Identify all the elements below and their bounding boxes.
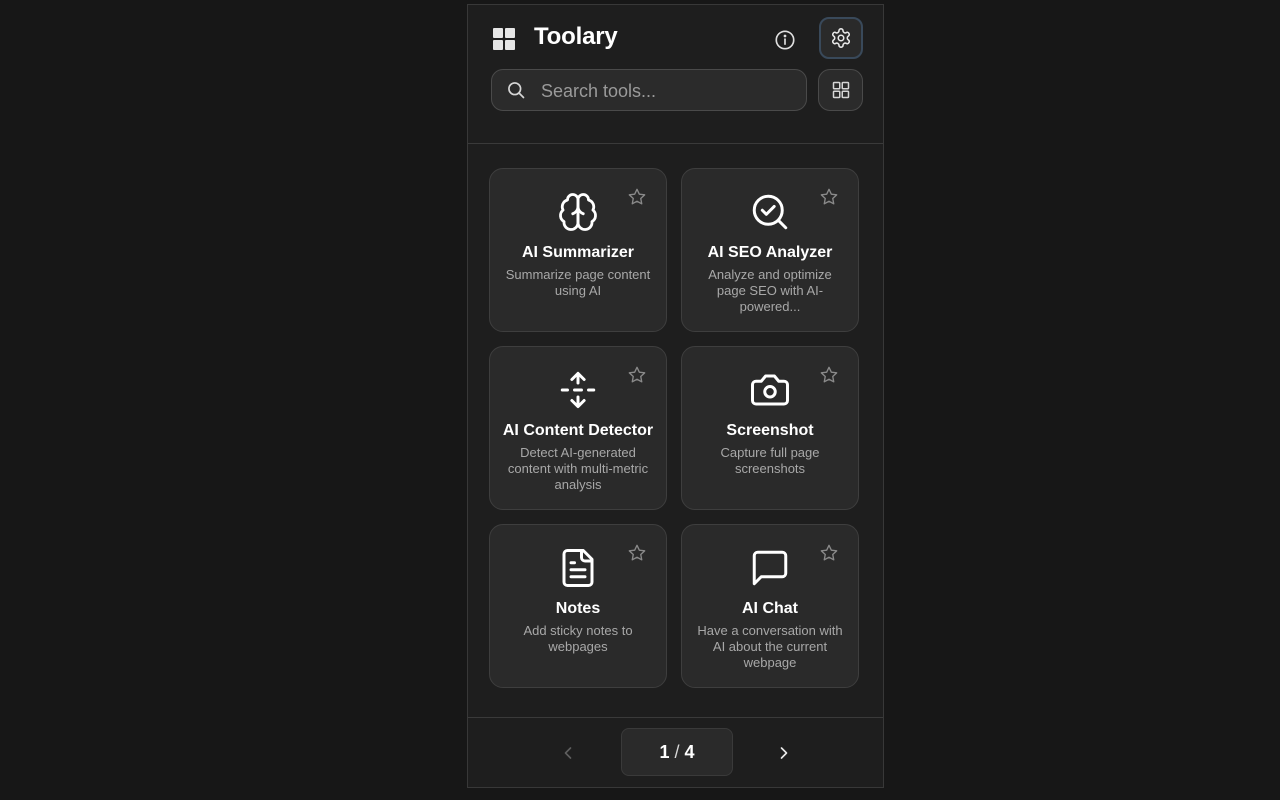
brain-icon xyxy=(559,193,597,231)
settings-button[interactable] xyxy=(819,17,863,59)
split-arrows-icon xyxy=(560,371,596,409)
tool-name: AI Content Detector xyxy=(502,422,654,439)
grid-logo-icon xyxy=(493,28,515,50)
camera-icon xyxy=(751,374,789,406)
tool-card-ai-content-detector[interactable]: AI Content Detector Detect AI-generated … xyxy=(489,346,667,510)
star-icon[interactable] xyxy=(819,543,839,563)
tool-card-screenshot[interactable]: Screenshot Capture full page screenshots xyxy=(681,346,859,510)
previous-page-button[interactable] xyxy=(556,738,580,768)
extension-popup: Toolary Search tools... AI Summarizer Su… xyxy=(467,4,884,788)
tool-name: AI SEO Analyzer xyxy=(707,244,833,261)
tool-description: Capture full page screenshots xyxy=(720,445,820,476)
next-page-button[interactable] xyxy=(772,738,796,768)
grid-view-icon xyxy=(832,81,849,99)
chat-bubble-icon xyxy=(752,550,788,586)
pagination-bar: 1 / 4 xyxy=(468,717,883,787)
tool-description: Have a conversation with AI about the cu… xyxy=(697,623,843,670)
header: Toolary xyxy=(468,5,883,144)
search-check-icon xyxy=(752,194,788,230)
view-toggle-button[interactable] xyxy=(818,69,863,111)
total-pages: 4 xyxy=(684,741,695,762)
tool-card-notes[interactable]: Notes Add sticky notes to webpages xyxy=(489,524,667,688)
document-icon xyxy=(562,549,594,587)
chevron-right-icon xyxy=(780,747,788,759)
info-button[interactable] xyxy=(770,25,800,55)
tool-card-ai-summarizer[interactable]: AI Summarizer Summarize page content usi… xyxy=(489,168,667,332)
info-icon xyxy=(775,30,795,50)
tool-name: Screenshot xyxy=(726,422,814,439)
tool-card-ai-seo-analyzer[interactable]: AI SEO Analyzer Analyze and optimize pag… xyxy=(681,168,859,332)
tool-card-ai-chat[interactable]: AI Chat Have a conversation with AI abou… xyxy=(681,524,859,688)
app-title: Toolary xyxy=(534,23,618,50)
tool-name: AI Chat xyxy=(742,600,798,617)
search-input[interactable] xyxy=(539,70,798,112)
search-icon xyxy=(508,82,525,99)
current-page: 1 xyxy=(659,741,670,762)
star-icon[interactable] xyxy=(819,365,839,385)
search-box xyxy=(491,69,807,112)
tool-grid: AI Summarizer Summarize page content usi… xyxy=(489,168,861,688)
tool-description: Summarize page content using AI xyxy=(505,267,651,298)
page-indicator: 1 / 4 xyxy=(621,728,733,776)
star-icon[interactable] xyxy=(627,187,647,207)
star-icon[interactable] xyxy=(819,187,839,207)
star-icon[interactable] xyxy=(627,543,647,563)
tool-description: Detect AI-generated content with multi-m… xyxy=(507,445,649,492)
tool-name: Notes xyxy=(555,600,601,617)
tool-description: Analyze and optimize page SEO with AI-po… xyxy=(708,267,832,314)
star-icon[interactable] xyxy=(627,365,647,385)
chevron-left-icon xyxy=(564,747,572,759)
tool-name: AI Summarizer xyxy=(521,244,635,261)
gear-icon xyxy=(831,28,851,48)
page-separator: / xyxy=(674,741,680,762)
tool-description: Add sticky notes to webpages xyxy=(523,623,633,654)
